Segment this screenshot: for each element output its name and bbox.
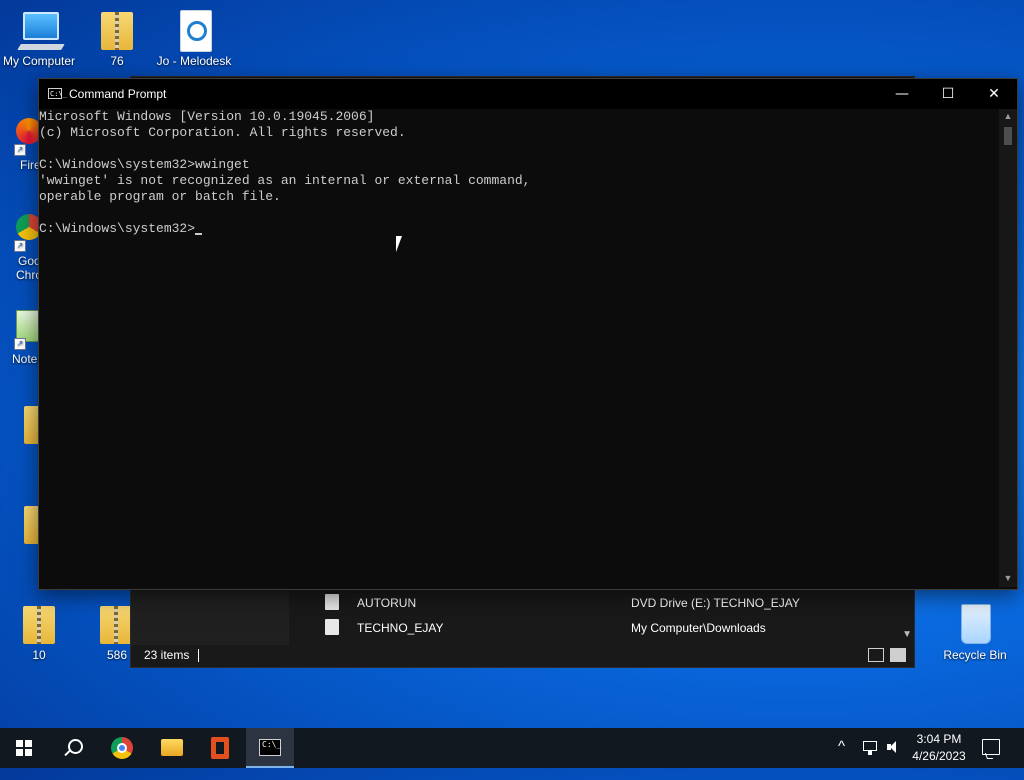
explorer-file-list[interactable]: AUTORUN DVD Drive (E:) TECHNO_EJAY TECHN… (289, 591, 903, 645)
disc-image-icon (325, 619, 339, 635)
desktop-icon-586[interactable]: 586 (78, 604, 130, 662)
details-view-icon[interactable] (868, 648, 884, 662)
console-scrollbar[interactable]: ▲ ▼ (999, 109, 1017, 587)
command-prompt-icon: C:\_ (259, 739, 281, 756)
taskbar: C:\_ ^ 3:04 PM 4/26/2023 (0, 728, 1024, 768)
scrollbar-thumb[interactable] (1004, 127, 1012, 145)
search-icon (68, 739, 83, 754)
desktop-icon-my-computer[interactable]: My Computer (0, 10, 78, 68)
minimize-button[interactable]: — (879, 79, 925, 109)
setup-file-icon (325, 594, 339, 610)
network-icon[interactable] (862, 739, 880, 779)
window-title: Command Prompt (69, 87, 167, 101)
console-line: operable program or batch file. (39, 189, 281, 204)
zip-folder-icon (20, 404, 40, 446)
file-location: DVD Drive (E:) TECHNO_EJAY (631, 596, 800, 610)
status-divider (198, 649, 199, 662)
office-icon (211, 737, 229, 759)
chrome-icon (111, 737, 133, 759)
desktop-icon-recycle-bin[interactable]: Recycle Bin (936, 604, 1014, 662)
desktop-icon-folder-hidden-1[interactable] (0, 404, 40, 448)
desktop-icon-label: My Computer (2, 54, 76, 68)
file-name: AUTORUN (357, 596, 417, 610)
search-button[interactable] (48, 728, 96, 768)
notepad-icon: ↗ (12, 308, 42, 350)
desktop-icon-label: 76 (110, 54, 124, 68)
desktop-icon-10[interactable]: 10 (0, 604, 78, 662)
desktop-icon-label: Recycle Bin (943, 648, 1007, 662)
file-explorer-icon (161, 739, 183, 756)
scroll-up-icon[interactable]: ▲ (999, 109, 1017, 123)
console-line: (c) Microsoft Corporation. All rights re… (39, 125, 406, 140)
desktop-icon-notepad[interactable]: ↗ Notep (0, 308, 45, 366)
zip-folder-icon (19, 604, 59, 646)
desktop-icon-76[interactable]: 76 (78, 10, 156, 68)
shortcut-arrow-icon: ↗ (14, 240, 26, 252)
taskbar-chrome[interactable] (98, 728, 146, 768)
desktop-icon-melodesk[interactable]: Jo - Melodesk (154, 10, 234, 68)
console-line: C:\Windows\system32>wwinget (39, 157, 250, 172)
desktop-icon-label: Jo - Melodesk (156, 54, 232, 68)
desktop-icon-label: Goo (18, 254, 41, 268)
file-name: TECHNO_EJAY (357, 621, 444, 635)
console-output[interactable]: Microsoft Windows [Version 10.0.19045.20… (39, 109, 997, 587)
file-row[interactable]: TECHNO_EJAY My Computer\Downloads (289, 616, 889, 640)
command-prompt-window[interactable]: C:\_ Command Prompt — ☐ ✕ Microsoft Wind… (38, 78, 1018, 590)
document-icon (174, 10, 214, 52)
command-prompt-icon: C:\_ (48, 88, 67, 99)
taskbar-command-prompt[interactable]: C:\_ (246, 728, 294, 768)
text-cursor (195, 233, 203, 235)
close-button[interactable]: ✕ (971, 79, 1017, 109)
shortcut-arrow-icon: ↗ (14, 144, 26, 156)
console-prompt-line[interactable]: C:\Windows\system32> (39, 221, 997, 237)
zip-folder-icon (97, 10, 137, 52)
title-bar[interactable]: C:\_ Command Prompt — ☐ ✕ (39, 79, 1017, 109)
desktop-icon-label: Chro (16, 268, 43, 282)
desktop-icon-google-chrome[interactable]: ↗ Goo Chro (0, 210, 43, 282)
mouse-pointer-icon (396, 236, 408, 252)
large-icons-view-icon[interactable] (890, 648, 906, 662)
console-prompt: C:\Windows\system32> (39, 221, 196, 236)
item-count: 23 items (144, 648, 190, 662)
console-line: 'wwinget' is not recognized as an intern… (39, 173, 531, 188)
explorer-navigation-pane[interactable] (131, 591, 289, 645)
tray-chevron-button[interactable]: ^ (838, 738, 856, 778)
chrome-icon: ↗ (12, 210, 42, 252)
console-line: Microsoft Windows [Version 10.0.19045.20… (39, 109, 375, 124)
desktop-icon-label: 586 (106, 648, 128, 662)
desktop-icon-firefox[interactable]: ↗ Firef (0, 114, 44, 172)
zip-folder-icon (20, 504, 40, 546)
recycle-bin-icon (955, 604, 995, 646)
notification-center-icon[interactable] (982, 739, 1000, 755)
scroll-down-icon[interactable]: ▼ (999, 571, 1017, 585)
clock-date: 4/26/2023 (912, 749, 966, 763)
computer-icon (19, 10, 59, 52)
start-button[interactable] (0, 728, 48, 768)
windows-logo-icon (16, 740, 32, 756)
volume-icon[interactable] (886, 740, 902, 780)
firefox-icon: ↗ (12, 114, 42, 156)
file-row[interactable]: AUTORUN DVD Drive (E:) TECHNO_EJAY (289, 591, 889, 615)
zip-folder-icon (96, 604, 130, 646)
taskbar-file-explorer[interactable] (148, 728, 196, 768)
file-location: My Computer\Downloads (631, 621, 766, 635)
desktop-icon-label: 10 (32, 648, 46, 662)
taskbar-clock[interactable]: 3:04 PM 4/26/2023 (902, 731, 976, 765)
taskbar-office[interactable] (197, 728, 245, 768)
explorer-status-bar: 23 items (131, 645, 914, 667)
desktop-icon-label: Notep (12, 352, 45, 366)
shortcut-arrow-icon: ↗ (14, 338, 26, 350)
explorer-scroll-down-icon[interactable]: ▼ (902, 629, 912, 640)
clock-time: 3:04 PM (916, 732, 962, 746)
desktop-icon-folder-hidden-2[interactable] (0, 504, 40, 548)
desktop-icon-label: Firef (20, 158, 44, 172)
maximize-button[interactable]: ☐ (925, 79, 971, 109)
